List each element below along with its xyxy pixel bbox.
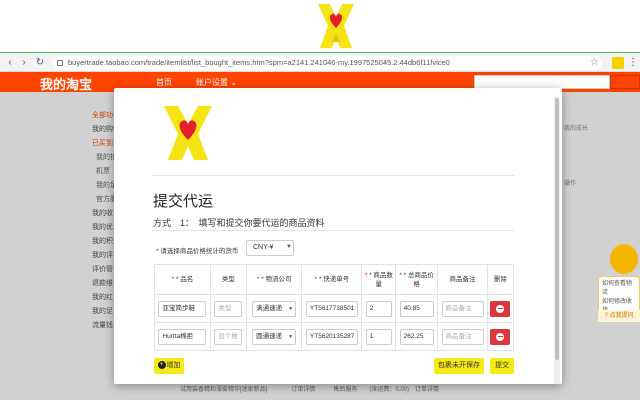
currency-label-text: 请选择商品价格统计的货币 [160, 248, 239, 255]
column-header: 商品备注 [437, 264, 488, 295]
price-input[interactable]: 262.25 [399, 328, 434, 345]
carrier-select[interactable]: 圆通速递 ▼ [252, 328, 297, 345]
divider [152, 175, 514, 176]
item-name-input[interactable]: 亚宝简步鞋 [158, 300, 207, 317]
currency-label: * 请选择商品价格统计的货币 [156, 245, 238, 255]
star-icon[interactable]: ☆ [590, 56, 599, 70]
nav-account-link[interactable]: 账户设置 ⌄ [196, 77, 237, 88]
note-input[interactable]: 商品备注 [441, 328, 484, 345]
submit-button[interactable]: 提交 [490, 358, 514, 374]
chevron-down-icon: ▼ [286, 244, 292, 250]
address-bar[interactable]: buyertrade.taobao.com/trade/itemlist/lis… [52, 56, 602, 70]
modal-subtitle: 方式 1： 填写和提交你要代运的商品资料 [153, 218, 325, 228]
quantity-input[interactable]: 1 [365, 328, 392, 345]
add-row-button[interactable]: + 增加 [154, 358, 184, 374]
items-table: * * 品名 类型 * * 物流公司 * * 快递单号 * * 商品数量 * *… [154, 264, 515, 351]
modal-title: 提交代运 [153, 193, 214, 210]
forward-icon[interactable]: › [18, 57, 30, 69]
column-header: * * 商品数量 [361, 264, 397, 295]
search-button[interactable] [610, 75, 640, 89]
browser-toolbar: ‹ › ↻ buyertrade.taobao.com/trade/itemli… [0, 52, 640, 72]
table-row: 亚宝简步鞋 类型 满通速递 ▼ YT5617738501 2 40.85 商品备注 [154, 294, 515, 323]
delete-row-button[interactable] [490, 300, 511, 317]
nav-home-link[interactable]: 首页 [156, 77, 172, 88]
price-input[interactable]: 40.85 [399, 300, 434, 317]
divider [152, 230, 514, 231]
save-button[interactable]: 包裹未开保存 [434, 358, 484, 374]
minus-circle-icon [496, 304, 505, 313]
search-input[interactable] [474, 75, 610, 89]
carrier-select-text: 满通速递 [256, 304, 283, 312]
add-row-label: 增加 [166, 362, 181, 369]
column-header-text: * 快递单号 [318, 276, 350, 283]
column-header: * * 品名 [154, 264, 211, 295]
tracking-number-input[interactable]: YT5617738501 [305, 300, 358, 317]
extension-icon[interactable] [612, 57, 624, 69]
back-icon[interactable]: ‹ [4, 57, 16, 69]
tracking-number-input[interactable]: YT5620135287 [305, 328, 358, 345]
taobao-logo[interactable]: 我的淘宝 [40, 74, 92, 93]
chevron-down-icon: ▼ [288, 305, 294, 312]
table-header-row: * * 品名 类型 * * 物流公司 * * 快递单号 * * 商品数量 * *… [154, 264, 515, 295]
column-header: * * 物流公司 [245, 264, 303, 295]
carrier-select[interactable]: 满通速递 ▼ [252, 300, 297, 317]
column-header: * * 总商品价格 [395, 264, 439, 295]
delivery-logo-icon [164, 106, 212, 160]
column-header-text: * 总商品价格 [403, 271, 434, 288]
helper-bot-icon[interactable] [610, 244, 638, 274]
menu-icon[interactable]: ⋮ [628, 56, 638, 70]
item-type-input[interactable]: 显个推 [214, 328, 243, 345]
reload-icon[interactable]: ↻ [34, 57, 46, 69]
column-header-text: * 物流公司 [261, 276, 292, 283]
column-header-text: * 商品数量 [369, 271, 393, 288]
plus-circle-icon: + [157, 361, 166, 370]
lock-icon [57, 60, 63, 66]
modal-scrollbar-thumb[interactable] [555, 98, 559, 360]
column-header: 删除 [486, 264, 515, 295]
column-header: 类型 [209, 264, 247, 295]
note-input[interactable]: 商品备注 [441, 300, 484, 317]
quantity-input[interactable]: 2 [365, 300, 392, 317]
delete-row-button[interactable] [490, 328, 511, 345]
carrier-select-text: 圆通速递 [256, 332, 283, 340]
chevron-down-icon: ▼ [288, 333, 294, 340]
table-row: Hurtta棉拒 显个推 圆通速递 ▼ YT5620135287 1 262.25… [154, 322, 515, 351]
column-header-text: * 品名 [175, 276, 194, 283]
delivery-logo-icon [318, 4, 354, 48]
helper-question[interactable]: 如何查看物流 [602, 280, 636, 298]
column-header: * * 快递单号 [301, 264, 363, 295]
minus-circle-icon [496, 332, 505, 341]
helper-ask-button[interactable]: ? 点我提问 [598, 310, 640, 322]
item-name-input[interactable]: Hurtta棉拒 [158, 328, 207, 345]
item-type-input[interactable]: 类型 [214, 300, 243, 317]
